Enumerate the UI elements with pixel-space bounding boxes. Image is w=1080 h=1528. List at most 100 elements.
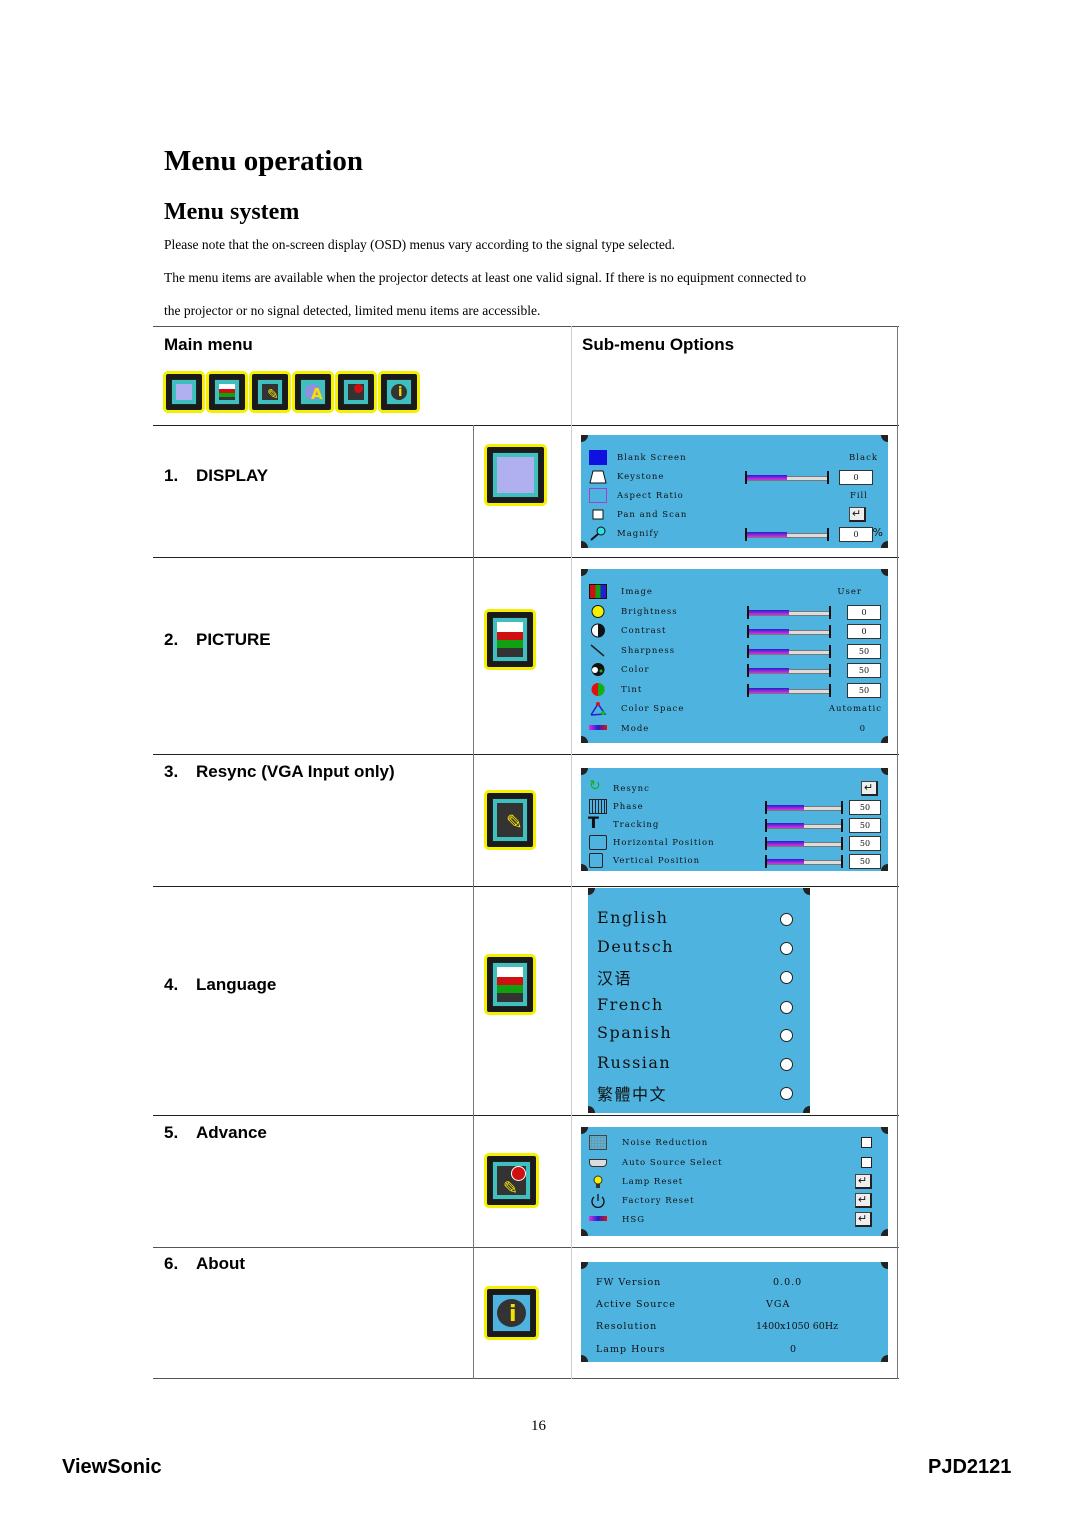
noise-reduction-checkbox[interactable] — [861, 1137, 872, 1148]
resync-icon[interactable]: ✎ — [249, 371, 291, 413]
resync-icon: ✎ — [484, 790, 536, 850]
osd-item-factory-reset[interactable]: Factory Reset ↵ — [581, 1192, 888, 1211]
osd-item-noise-reduction[interactable]: Noise Reduction — [581, 1134, 888, 1153]
radio-button[interactable] — [780, 1001, 793, 1014]
osd-item-image[interactable]: Image User — [581, 583, 888, 602]
enter-icon[interactable]: ↵ — [861, 781, 878, 796]
osd-item-magnify[interactable]: Magnify 0 % — [581, 525, 888, 544]
horizontal-position-icon — [589, 835, 607, 850]
radio-button[interactable] — [780, 1087, 793, 1100]
contrast-slider[interactable] — [747, 625, 831, 638]
sharpness-icon — [589, 643, 607, 658]
phase-slider[interactable] — [765, 801, 843, 814]
power-icon — [589, 1193, 607, 1209]
enter-icon[interactable]: ↵ — [855, 1174, 872, 1189]
brightness-icon — [589, 604, 607, 619]
image-icon — [589, 584, 607, 599]
osd-picture-panel: Image User Brightness 0 Contrast 0 Sharp… — [581, 569, 888, 743]
horizontal-position-value[interactable]: 50 — [849, 836, 881, 851]
page-title: Menu operation — [164, 145, 363, 177]
osd-resync-panel: ↻ Resync ↵ Phase 50 T Tracking 50 Horizo… — [581, 768, 888, 871]
radio-button[interactable] — [780, 971, 793, 984]
osd-item-color-space[interactable]: Color Space Automatic — [581, 700, 888, 719]
osd-item-keystone[interactable]: Keystone 0 — [581, 468, 888, 487]
osd-item-aspect-ratio[interactable]: Aspect Ratio Fill — [581, 487, 888, 506]
intro-paragraph: Please note that the on-screen display (… — [164, 237, 675, 252]
table-border — [153, 754, 899, 755]
vertical-position-icon — [589, 853, 603, 868]
color-slider[interactable] — [747, 664, 831, 677]
menu-row-advance: 5. Advance — [164, 1123, 267, 1142]
table-border — [153, 1247, 899, 1248]
menu-row-language: 4. Language — [164, 975, 277, 994]
vertical-position-value[interactable]: 50 — [849, 854, 881, 869]
about-icon[interactable]: i — [378, 371, 420, 413]
keystone-slider[interactable] — [745, 471, 829, 484]
magnify-slider[interactable] — [745, 528, 829, 541]
osd-item-tracking[interactable]: T Tracking 50 — [581, 813, 888, 835]
row-label: DISPLAY — [196, 466, 269, 485]
osd-item-resync[interactable]: ↻ Resync ↵ — [581, 778, 888, 799]
language-icon[interactable]: A — [292, 371, 334, 413]
osd-item-horizontal-position[interactable]: Horizontal Position 50 — [581, 834, 888, 853]
osd-item-lamp-reset[interactable]: Lamp Reset ↵ — [581, 1173, 888, 1192]
osd-item-color[interactable]: Color 50 — [581, 661, 888, 680]
osd-item-hsg[interactable]: HSG ↵ — [581, 1211, 888, 1230]
picture-icon[interactable] — [206, 371, 248, 413]
tint-slider[interactable] — [747, 684, 831, 697]
contrast-icon — [589, 623, 607, 638]
contrast-value[interactable]: 0 — [847, 624, 881, 639]
main-menu-header: Main menu — [164, 335, 253, 354]
sharpness-slider[interactable] — [747, 645, 831, 658]
radio-button[interactable] — [780, 1029, 793, 1042]
phase-value[interactable]: 50 — [849, 800, 881, 815]
osd-item-tint[interactable]: Tint 50 — [581, 681, 888, 700]
tracking-value[interactable]: 50 — [849, 818, 881, 833]
osd-item-pan-scan[interactable]: Pan and Scan ↵ — [581, 506, 888, 525]
table-border — [571, 326, 572, 1379]
osd-item-blank-screen[interactable]: Blank Screen Black — [581, 449, 888, 468]
osd-item-sharpness[interactable]: Sharpness 50 — [581, 642, 888, 661]
tracking-slider[interactable] — [765, 819, 843, 832]
display-icon[interactable] — [163, 371, 205, 413]
color-value[interactable]: 50 — [847, 663, 881, 678]
picture-icon — [484, 609, 536, 670]
about-item-fw-version: FW Version 0.0.0 — [596, 1277, 803, 1288]
tint-icon — [589, 682, 607, 697]
sharpness-value[interactable]: 50 — [847, 644, 881, 659]
horizontal-position-slider[interactable] — [765, 837, 843, 850]
radio-button[interactable] — [780, 942, 793, 955]
osd-item-auto-source[interactable]: Auto Source Select — [581, 1154, 888, 1173]
keystone-value[interactable]: 0 — [839, 470, 873, 485]
osd-item-phase[interactable]: Phase 50 — [581, 798, 888, 817]
tint-value[interactable]: 50 — [847, 683, 881, 698]
blank-screen-icon — [589, 450, 607, 465]
magnify-value[interactable]: 0 — [839, 527, 873, 542]
row-label: PICTURE — [196, 630, 271, 649]
brightness-value[interactable]: 0 — [847, 605, 881, 620]
color-space-icon — [589, 701, 607, 716]
table-border — [153, 425, 899, 426]
enter-icon[interactable]: ↵ — [855, 1193, 872, 1208]
table-border — [153, 886, 899, 887]
enter-icon[interactable]: ↵ — [849, 507, 866, 522]
radio-button[interactable] — [780, 1058, 793, 1071]
lamp-icon — [589, 1174, 607, 1189]
row-label: Language — [196, 975, 277, 994]
radio-button[interactable] — [780, 913, 793, 926]
enter-icon[interactable]: ↵ — [855, 1212, 872, 1227]
menu-row-picture: 2. PICTURE — [164, 630, 271, 649]
osd-advance-panel: Noise Reduction Auto Source Select Lamp … — [581, 1127, 888, 1236]
osd-display-panel: Blank Screen Black Keystone 0 Aspect Rat… — [581, 435, 888, 548]
osd-item-contrast[interactable]: Contrast 0 — [581, 622, 888, 641]
auto-source-checkbox[interactable] — [861, 1157, 872, 1168]
osd-item-vertical-position[interactable]: Vertical Position 50 — [581, 852, 888, 871]
osd-item-brightness[interactable]: Brightness 0 — [581, 603, 888, 622]
page-number: 16 — [531, 1418, 546, 1434]
vertical-position-slider[interactable] — [765, 855, 843, 868]
osd-item-mode[interactable]: Mode 0 — [581, 720, 888, 739]
about-item-resolution: Resolution 1400x1050 60Hz — [596, 1321, 839, 1332]
brightness-slider[interactable] — [747, 606, 831, 619]
magnify-icon — [589, 526, 607, 541]
advance-icon[interactable] — [335, 371, 377, 413]
